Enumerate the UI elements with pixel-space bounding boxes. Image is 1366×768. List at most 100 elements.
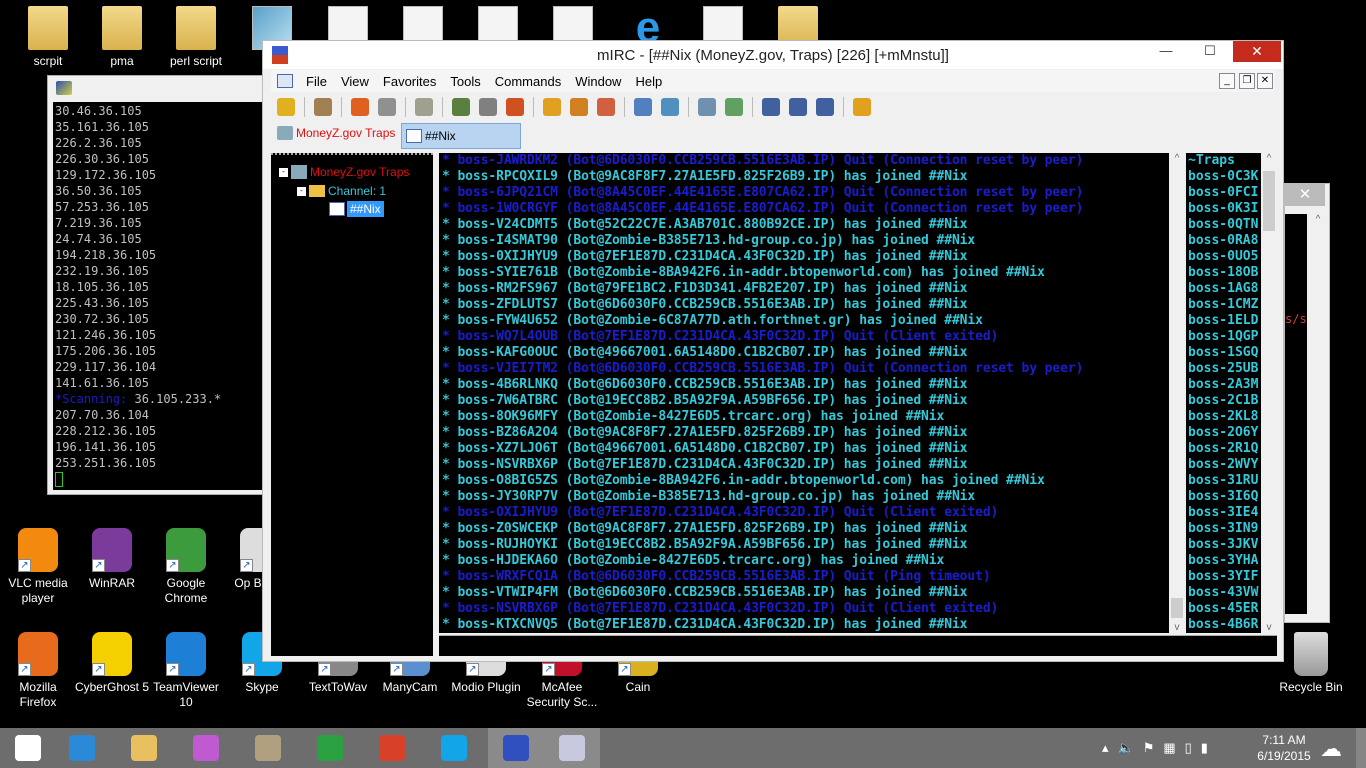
tree-server-node[interactable]: - MoneyZ.gov Traps [279,165,409,179]
nicklist-scrollbar[interactable]: ^ v [1261,153,1277,633]
nicklist-item[interactable]: boss-45ER [1188,601,1261,617]
desktop-icon[interactable]: ↗ Google Chrome [148,528,224,606]
help-icon[interactable] [853,98,871,116]
chat-scrollbar[interactable]: ^ v [1169,153,1185,633]
title-bar[interactable]: mIRC - [##Nix (MoneyZ.gov, Traps) [226] … [263,41,1283,69]
message-input[interactable] [439,635,1277,656]
send-file-icon[interactable] [543,98,561,116]
taskbar-chrome[interactable] [364,728,420,768]
nicklist-item[interactable]: boss-1SGQ [1188,345,1261,361]
menu-commands[interactable]: Commands [488,74,568,89]
menu-file[interactable]: File [299,74,334,89]
menu-view[interactable]: View [334,74,376,89]
nicklist-item[interactable]: boss-1QGP [1188,329,1261,345]
desktop-icon[interactable]: pma [84,6,160,69]
maximize-button[interactable]: ☐ [1197,41,1223,62]
address-book-icon[interactable] [452,98,470,116]
nicklist-item[interactable]: boss-3YIF [1188,569,1261,585]
taskbar-mirc[interactable] [488,728,544,768]
mirc-window[interactable]: mIRC - [##Nix (MoneyZ.gov, Traps) [226] … [262,40,1284,662]
options-icon[interactable] [314,98,332,116]
channel-list-icon[interactable] [378,98,396,116]
taskbar-skype[interactable] [426,728,482,768]
nicklist-item[interactable]: boss-1CMZ [1188,297,1261,313]
online-list-icon[interactable] [698,98,716,116]
desktop-icon[interactable]: perl script [158,6,234,69]
nicklist-item[interactable]: boss-18OB [1188,265,1261,281]
menu-help[interactable]: Help [628,74,669,89]
weather-icon[interactable]: ☁ [1320,736,1342,762]
clock[interactable]: 7:11 AM 6/19/2015 [1250,732,1318,764]
channel-chat-log[interactable]: * boss-JAWRDKM2 (Bot@6D6030F0.CCB259CB.5… [439,153,1169,633]
close-button[interactable]: ✕ [1285,184,1325,206]
taskbar-file-explorer[interactable] [116,728,172,768]
nicklist[interactable]: ~Traps boss-0C3K boss-0FCI boss-0K3I boss-0Q… [1186,153,1261,633]
menu-favorites[interactable]: Favorites [376,74,443,89]
nicklist-item[interactable]: boss-1ELD [1188,313,1261,329]
taskbar-start[interactable] [0,728,56,768]
nicklist-item[interactable]: boss-2C1B [1188,393,1261,409]
mdi-minimize-button[interactable]: _ [1219,73,1235,89]
switchbar-server-button[interactable]: MoneyZ.gov Traps [277,126,395,140]
nicklist-item[interactable]: boss-1AG8 [1188,281,1261,297]
menu-window[interactable]: Window [568,74,628,89]
dcc-chat-icon[interactable] [570,98,588,116]
nicklist-item[interactable]: boss-0UO5 [1188,249,1261,265]
taskbar-internet-explorer[interactable] [54,728,110,768]
desktop-icon[interactable]: scrpit [10,6,86,69]
minimize-button[interactable]: — [1153,41,1179,62]
scrollbar[interactable]: ^ [1309,214,1327,614]
mdi-close-button[interactable]: ✕ [1257,73,1273,89]
finger-icon[interactable] [634,98,652,116]
nicklist-item[interactable]: boss-43VW [1188,585,1261,601]
nicklist-item[interactable]: boss-31RU [1188,473,1261,489]
show-desktop-button[interactable] [1356,728,1366,768]
nicklist-item[interactable]: boss-0FCI [1188,185,1261,201]
nicklist-item[interactable]: boss-0C3K [1188,169,1261,185]
close-button[interactable]: ✕ [1233,41,1281,62]
collapse-icon[interactable]: - [297,186,306,196]
taskbar-store[interactable] [302,728,358,768]
tile-horizontal-icon[interactable] [762,98,780,116]
nicklist-item[interactable]: boss-3JKV [1188,537,1261,553]
desktop-icon[interactable]: ↗ TeamViewer 10 [148,632,224,710]
terminal-output[interactable]: 30.46.36.105 35.161.36.105 226.2.36.105 226… [53,102,263,490]
menu-tools[interactable]: Tools [443,74,487,89]
nicklist-item[interactable]: boss-0RA8 [1188,233,1261,249]
desktop-icon[interactable]: ↗ VLC media player [0,528,76,606]
nicklist-item[interactable]: boss-25UB [1188,361,1261,377]
dcc-options-icon[interactable] [597,98,615,116]
nicklist-item[interactable]: boss-0QTN [1188,217,1261,233]
nicklist-item[interactable]: ~Traps [1188,153,1261,169]
nicklist-item[interactable]: boss-3IN9 [1188,521,1261,537]
background-window[interactable]: ✕ s/s ^ [1284,183,1330,623]
nicklist-item[interactable]: boss-3YHA [1188,553,1261,569]
log-icon[interactable] [415,98,433,116]
desktop-icon[interactable]: ↗ WinRAR [74,528,150,591]
nicklist-item[interactable]: boss-2O6Y [1188,425,1261,441]
scroll-thumb[interactable] [1263,171,1275,231]
switchbar-channel-button[interactable]: ##Nix [401,123,521,149]
tile-vertical-icon[interactable] [789,98,807,116]
desktop-icon[interactable]: ↗ CyberGhost 5 [74,632,150,695]
nicklist-item[interactable]: boss-2WVY [1188,457,1261,473]
connect-icon[interactable] [277,98,295,116]
taskbar-notepad[interactable] [240,728,296,768]
whois-icon[interactable] [661,98,679,116]
tray-icons[interactable]: ▴🔈⚑▦▯▮ [1102,740,1217,756]
nicklist-item[interactable]: boss-2KL8 [1188,409,1261,425]
desktop-icon[interactable]: ↗ Mozilla Firefox [0,632,76,710]
channel-window-icon[interactable] [277,74,293,88]
collapse-icon[interactable]: - [279,167,288,177]
scroll-thumb[interactable] [1171,598,1183,618]
colors-icon[interactable] [506,98,524,116]
mdi-restore-button[interactable]: ❐ [1239,73,1255,89]
nicklist-item[interactable]: boss-4B6R [1188,617,1261,633]
tree-channel-node[interactable]: ##Nix [329,201,384,217]
nicklist-item[interactable]: boss-2A3M [1188,377,1261,393]
taskbar-picasa[interactable] [178,728,234,768]
nicklist-item[interactable]: boss-3IE4 [1188,505,1261,521]
tree-group-node[interactable]: - Channel: 1 [297,184,386,198]
cascade-icon[interactable] [816,98,834,116]
timer-icon[interactable] [479,98,497,116]
